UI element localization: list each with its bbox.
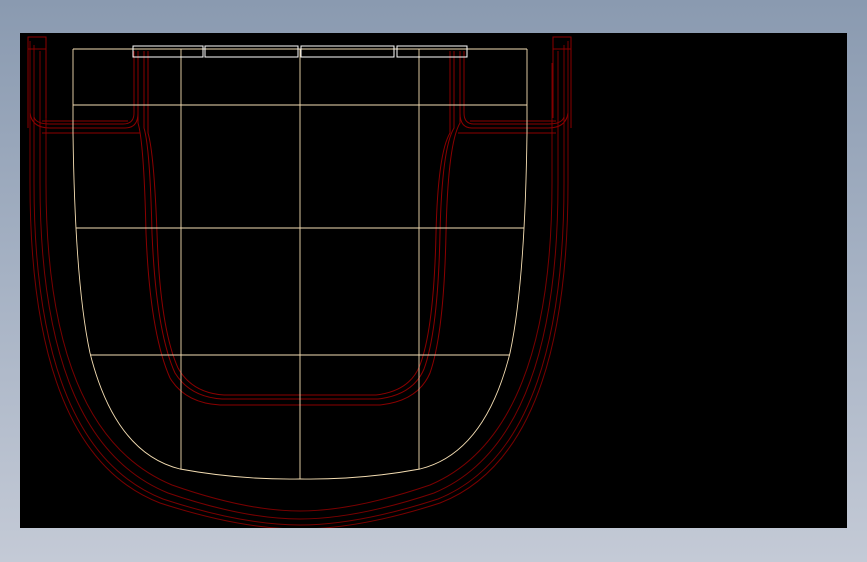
outer-shell-outline: [29, 41, 569, 528]
cad-drawing-viewport[interactable]: [20, 33, 847, 528]
top-corner-brackets: [27, 36, 572, 128]
rim-step-profiles: [29, 51, 569, 134]
mesh-grid: [72, 48, 528, 480]
cad-drawing: [27, 36, 572, 528]
